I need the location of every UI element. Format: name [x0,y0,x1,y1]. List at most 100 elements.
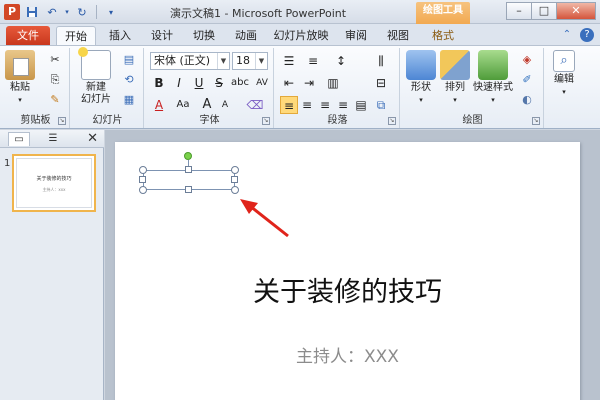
binoculars-icon: ⌕ [553,50,575,72]
group-slides: 新建 幻灯片 ▤ ⟲ ▦ 幻灯片 [72,47,144,128]
save-icon[interactable] [24,4,40,20]
resize-handle-bottom[interactable] [185,186,192,193]
resize-handle-bottom-left[interactable] [139,186,147,194]
group-editing: ⌕ 编辑 ▾ [546,48,582,128]
arrange-icon [440,50,470,80]
shadow-button[interactable]: abc [228,74,252,92]
bold-button[interactable]: B [150,74,168,92]
tab-view[interactable]: 视图 [380,26,416,46]
ribbon-tabs: 文件 开始 插入 设计 切换 动画 幻灯片放映 审阅 视图 格式 ⌃ ? [0,24,600,46]
tab-file[interactable]: 文件 [6,26,50,46]
copy-icon[interactable]: ⎘ [46,72,64,88]
slide-thumbnail[interactable]: 关于装修的技巧 主持人：xxx [12,154,96,212]
quick-access-toolbar: ↶ ▾ ↻ ▾ [24,4,119,20]
slide-canvas[interactable]: 关于装修的技巧 主持人：XXX [115,142,580,400]
slides-panel: ▭ ☰ ✕ 1 关于装修的技巧 主持人：xxx [0,130,104,400]
clipboard-launcher-icon[interactable]: ↘ [58,117,66,125]
resize-handle-top-right[interactable] [231,166,239,174]
shape-fill-icon[interactable]: ◈ [518,52,536,68]
group-label-font: 字体 [199,115,220,126]
customize-qat-icon[interactable]: ▾ [103,4,119,20]
columns-icon[interactable]: ▥ [324,74,342,92]
close-button[interactable]: ✕ [556,2,596,20]
numbering-icon[interactable]: ≡ [304,52,322,70]
resize-handle-bottom-right[interactable] [231,186,239,194]
resize-handle-right[interactable] [231,176,238,183]
drawing-launcher-icon[interactable]: ↘ [532,117,540,125]
rotation-handle[interactable] [184,152,192,160]
shape-outline-icon[interactable]: ✐ [518,72,536,88]
new-slide-icon [78,47,111,80]
slide-subtitle[interactable]: 主持人：XXX [115,342,580,367]
thumbnail-subtitle: 主持人：xxx [42,187,66,192]
cut-icon[interactable]: ✂ [46,52,64,68]
layout-icon[interactable]: ▤ [120,52,138,68]
paste-dropdown-icon: ▾ [18,96,22,104]
strikethrough-button[interactable]: S [210,74,228,92]
resize-handle-top-left[interactable] [139,166,147,174]
quick-styles-icon [478,50,508,80]
underline-button[interactable]: U [190,74,208,92]
undo-dropdown-icon[interactable]: ▾ [64,4,70,20]
paragraph-launcher-icon[interactable]: ↘ [388,117,396,125]
slide-thumbnail-inner: 关于装修的技巧 主持人：xxx [16,158,92,208]
resize-handle-top[interactable] [185,166,192,173]
font-name-combo[interactable]: 宋体 (正文) ▼ [150,52,230,70]
new-slide-button[interactable]: 新建 幻灯片 [76,47,116,106]
window-title: 演示文稿1 - Microsoft PowerPoint [170,7,347,20]
tab-design[interactable]: 设计 [144,26,180,46]
align-text-icon[interactable]: ⊟ [372,74,390,92]
tab-insert[interactable]: 插入 [102,26,138,46]
maximize-button[interactable]: □ [531,2,557,20]
quick-styles-dropdown-icon: ▾ [491,96,495,104]
powerpoint-app-icon[interactable]: P [4,4,20,20]
contextual-tab-group-drawing-tools: 绘图工具 [416,2,470,24]
increase-indent-icon[interactable]: ⇥ [300,74,318,92]
font-size-dropdown-icon[interactable]: ▼ [255,53,267,69]
text-direction-icon[interactable]: ⫼ [372,52,390,70]
reset-icon[interactable]: ⟲ [120,72,138,88]
group-label-slides: 幻灯片 [92,115,123,126]
shapes-button[interactable]: 形状 ▾ [404,50,438,106]
font-name-dropdown-icon[interactable]: ▼ [217,53,229,69]
tab-home[interactable]: 开始 [56,26,96,46]
tab-format[interactable]: 格式 [420,26,466,46]
paste-button[interactable]: 粘贴 ▾ [4,50,36,106]
qat-separator [96,5,97,19]
help-icon[interactable]: ? [580,28,594,42]
line-spacing-icon[interactable]: ↕ [332,52,350,70]
resize-handle-left[interactable] [139,176,146,183]
editing-button[interactable]: ⌕ 编辑 ▾ [548,50,580,98]
outline-tab-icon[interactable]: ☰ [42,132,64,146]
font-launcher-icon[interactable]: ↘ [262,117,270,125]
arrange-button[interactable]: 排列 ▾ [438,50,472,106]
format-painter-icon[interactable]: ✎ [46,92,64,108]
undo-icon[interactable]: ↶ [44,4,60,20]
collapse-ribbon-icon[interactable]: ⌃ [560,28,574,42]
decrease-indent-icon[interactable]: ⇤ [280,74,298,92]
minimize-button[interactable]: – [506,2,532,20]
section-icon[interactable]: ▦ [120,92,138,108]
character-spacing-button[interactable]: AV [252,74,272,92]
tab-animations[interactable]: 动画 [228,26,264,46]
italic-button[interactable]: I [170,74,188,92]
group-label-drawing: 绘图 [462,115,483,126]
slide-number: 1 [4,158,11,169]
bullets-icon[interactable]: ☰ [280,52,298,70]
redo-icon[interactable]: ↻ [74,4,90,20]
thumbnail-title: 关于装修的技巧 [36,176,72,182]
shape-effects-icon[interactable]: ◐ [518,92,536,108]
group-clipboard: 粘贴 ▾ ✂ ⎘ ✎ 剪贴板 ↘ [2,48,70,128]
shapes-icon [406,50,436,80]
close-panel-icon[interactable]: ✕ [87,131,98,146]
slide-title[interactable]: 关于装修的技巧 [115,270,580,309]
ribbon-home: 粘贴 ▾ ✂ ⎘ ✎ 剪贴板 ↘ 新建 幻灯片 ▤ ⟲ ▦ 幻灯片 宋体 (正文… [0,45,600,129]
tab-review[interactable]: 审阅 [338,26,374,46]
tab-transitions[interactable]: 切换 [186,26,222,46]
font-size-combo[interactable]: 18 ▼ [232,52,268,70]
quick-styles-button[interactable]: 快速样式 ▾ [472,50,514,106]
editing-dropdown-icon: ▾ [562,88,566,96]
arrange-dropdown-icon: ▾ [453,96,457,104]
slides-tab-icon[interactable]: ▭ [8,132,30,146]
tab-slideshow[interactable]: 幻灯片放映 [270,26,332,46]
